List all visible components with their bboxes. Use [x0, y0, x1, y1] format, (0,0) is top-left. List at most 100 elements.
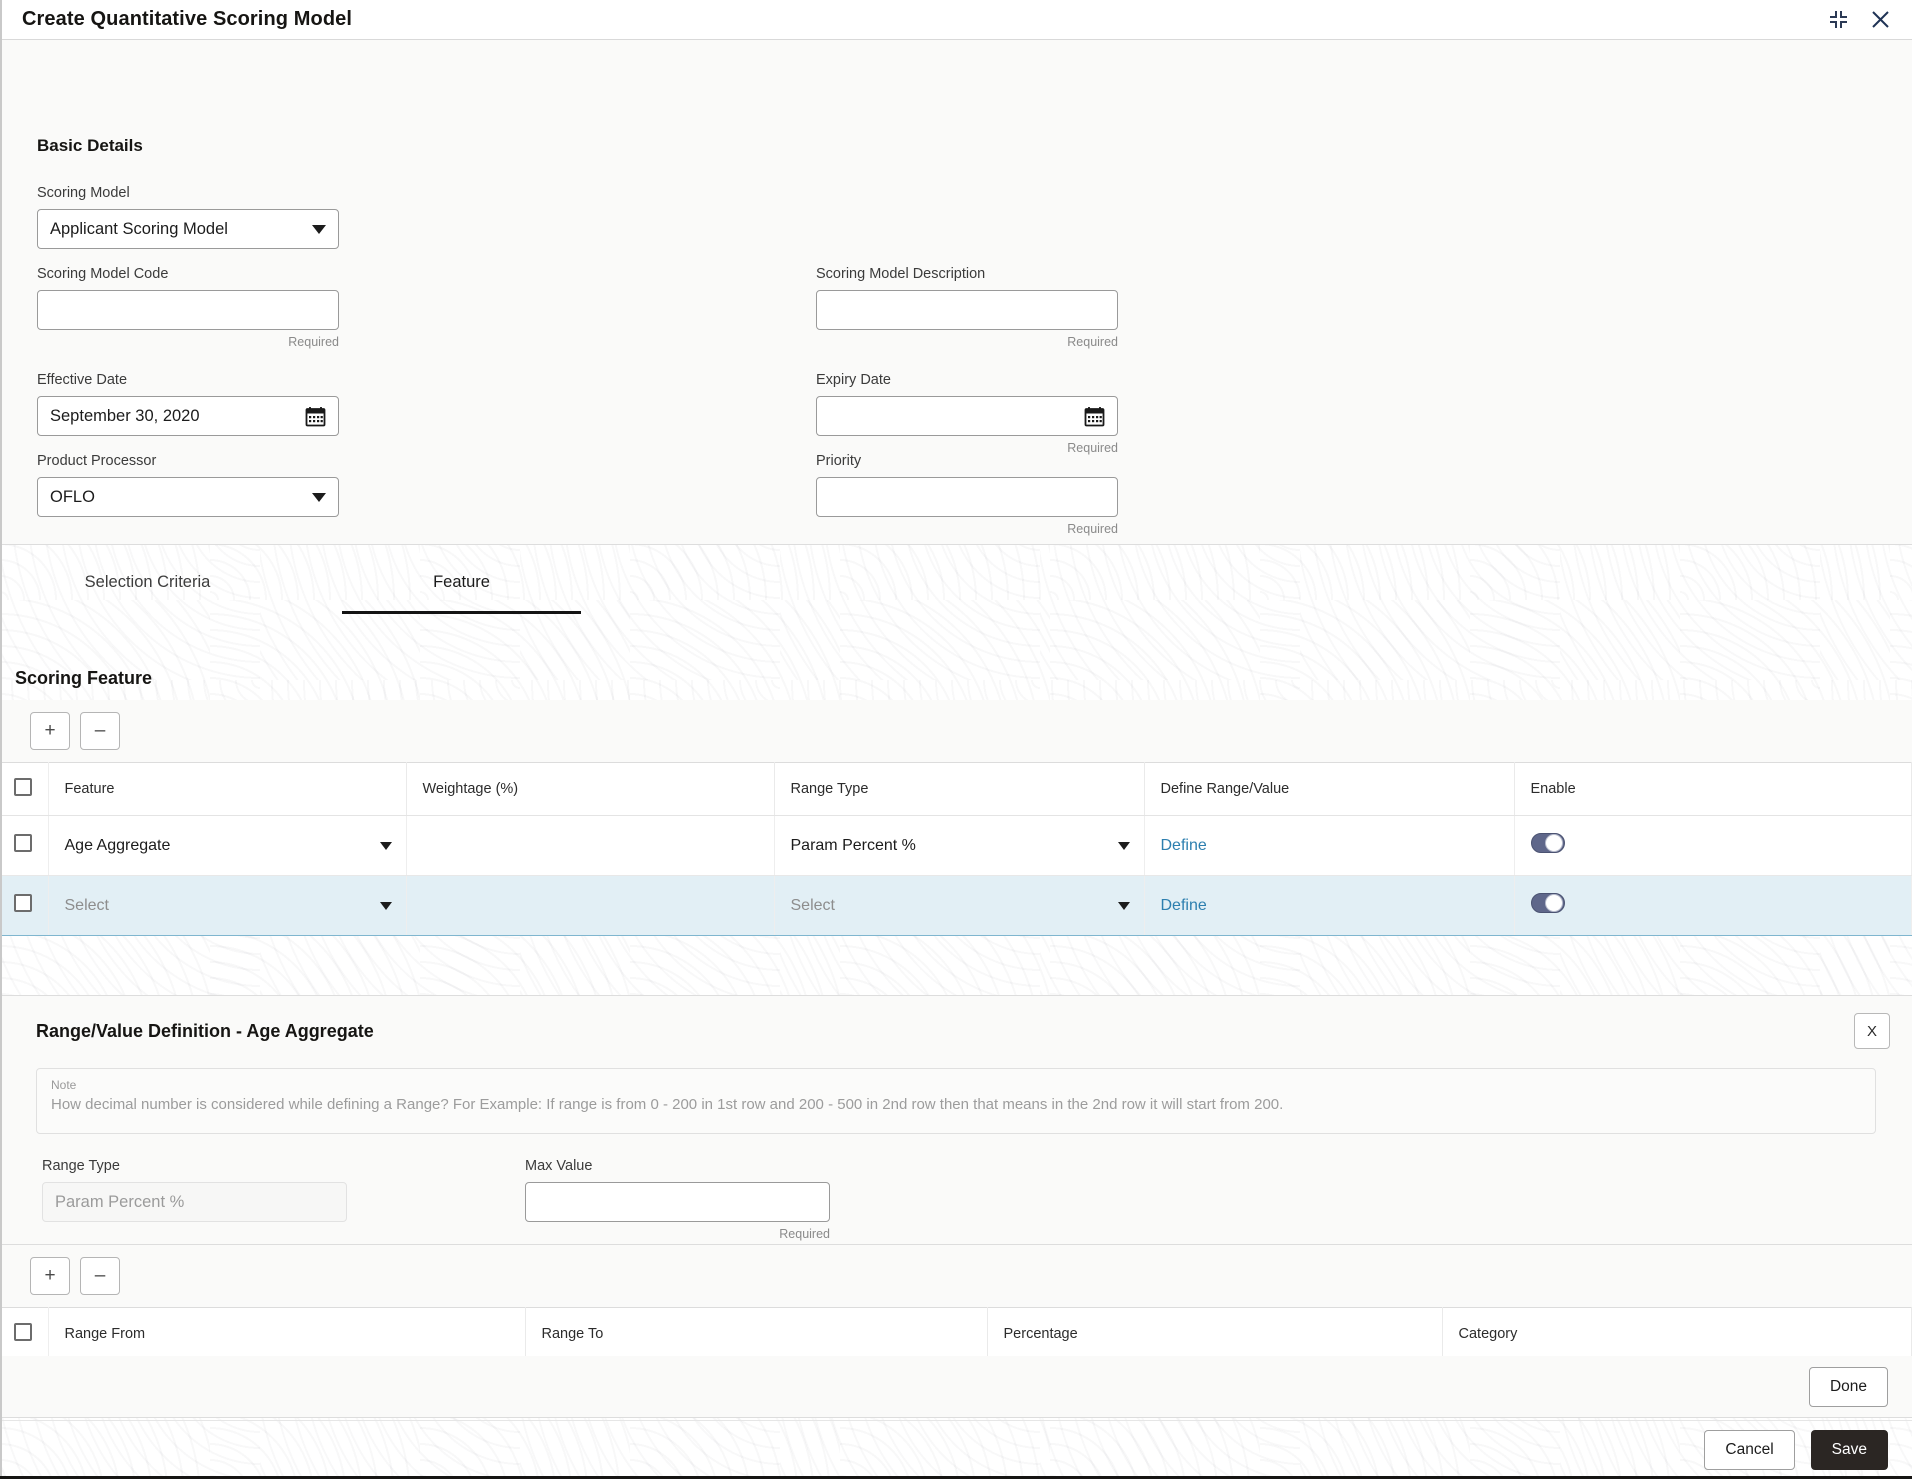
cell-weightage[interactable] [406, 875, 775, 936]
calendar-icon[interactable] [1084, 406, 1105, 427]
column-define-range-value: Define Range/Value [1144, 762, 1515, 816]
effective-date-input[interactable]: September 30, 2020 [37, 396, 339, 437]
field-effective-date: Effective Date September 30, 2020 [37, 372, 339, 437]
field-priority: Priority Required [816, 453, 1118, 536]
cell-range-type[interactable]: Param Percent % [774, 815, 1145, 876]
cell-define-range-value: Define [1144, 815, 1515, 876]
table-header-row: Range From Range To Percentage Category [0, 1307, 1912, 1361]
tab-selection-criteria[interactable]: Selection Criteria [25, 545, 270, 620]
max-value-label: Max Value [525, 1158, 593, 1174]
max-value-input[interactable] [525, 1182, 830, 1223]
field-max-value: Max Value Required [525, 1158, 830, 1241]
field-product-processor: Product Processor OFLO [37, 453, 339, 518]
row-checkbox[interactable] [14, 834, 32, 852]
field-scoring-model-code: Scoring Model Code Required [37, 266, 339, 349]
calendar-icon[interactable] [305, 406, 326, 427]
column-weightage: Weightage (%) [406, 762, 775, 816]
effective-date-value: September 30, 2020 [50, 406, 200, 425]
chevron-down-icon [379, 901, 392, 910]
enable-toggle[interactable] [1530, 833, 1565, 853]
cell-feature[interactable]: Select [48, 875, 407, 936]
max-value-helper: Required [779, 1227, 830, 1242]
column-range-type: Range Type [774, 762, 1145, 816]
window-title-bar: Create Quantitative Scoring Model [0, 0, 1912, 40]
table-row[interactable]: Select Select Define [0, 875, 1912, 936]
row-select-cell [0, 815, 49, 876]
collapse-icon[interactable] [1826, 8, 1850, 32]
product-processor-value: OFLO [50, 487, 95, 506]
table-header-row: Feature Weightage (%) Range Type Define … [0, 762, 1912, 816]
close-icon[interactable] [1868, 8, 1892, 32]
chevron-down-icon [1117, 841, 1130, 850]
range-type-readonly-value: Param Percent % [55, 1192, 185, 1211]
priority-input[interactable] [816, 477, 1118, 518]
enable-toggle[interactable] [1530, 893, 1565, 913]
range-type-value: Select [790, 896, 835, 914]
scoring-feature-block: + – Feature Weightage (%) Range Type Def… [0, 700, 1912, 936]
scoring-model-value: Applicant Scoring Model [50, 219, 228, 238]
column-range-from: Range From [48, 1307, 526, 1361]
row-checkbox[interactable] [14, 894, 32, 912]
range-value-definition-panel: Range/Value Definition - Age Aggregate X… [0, 995, 1912, 1245]
range-type-value: Param Percent % [790, 836, 916, 854]
field-scoring-model-description: Scoring Model Description Required [816, 266, 1118, 349]
column-feature: Feature [48, 762, 407, 816]
field-scoring-model: Scoring Model Applicant Scoring Model [37, 185, 339, 250]
scoring-model-select[interactable]: Applicant Scoring Model [37, 209, 339, 250]
chevron-down-icon [1117, 901, 1130, 910]
effective-date-label: Effective Date [37, 372, 128, 388]
select-all-checkbox[interactable] [14, 778, 32, 796]
product-processor-select[interactable]: OFLO [37, 477, 339, 518]
scoring-model-description-label: Scoring Model Description [816, 266, 986, 282]
cell-enable [1514, 875, 1912, 936]
scoring-model-code-label: Scoring Model Code [37, 266, 169, 282]
cell-define-range-value: Define [1144, 875, 1515, 936]
row-select-cell [0, 875, 49, 936]
select-all-header [0, 1307, 49, 1361]
basic-details-heading: Basic Details [37, 136, 143, 155]
window-actions [1826, 8, 1892, 32]
page-title: Create Quantitative Scoring Model [22, 8, 353, 30]
remove-range-row-button[interactable]: – [80, 1257, 120, 1295]
cell-range-type[interactable]: Select [774, 875, 1145, 936]
chevron-down-icon [312, 224, 326, 234]
scoring-feature-heading: Scoring Feature [15, 668, 153, 688]
define-link[interactable]: Define [1161, 837, 1207, 854]
basic-details-panel: Basic Details Scoring Model Applicant Sc… [0, 40, 1912, 545]
field-range-type-readonly: Range Type Param Percent % [42, 1158, 347, 1223]
chevron-down-icon [379, 841, 392, 850]
tab-feature[interactable]: Feature [342, 545, 581, 620]
expiry-date-input[interactable] [816, 396, 1118, 437]
add-range-row-button[interactable]: + [30, 1257, 70, 1295]
scoring-model-description-input[interactable] [816, 290, 1118, 331]
save-button[interactable]: Save [1810, 1430, 1888, 1470]
scoring-model-code-helper: Required [288, 335, 339, 350]
cell-weightage[interactable] [406, 815, 775, 876]
column-range-to: Range To [525, 1307, 988, 1361]
cancel-button[interactable]: Cancel [1704, 1430, 1795, 1470]
chevron-down-icon [312, 492, 326, 502]
feature-value: Age Aggregate [64, 836, 171, 854]
cell-feature[interactable]: Age Aggregate [48, 815, 407, 876]
dialog-footer: Cancel Save [0, 1420, 1912, 1479]
range-definition-heading: Range/Value Definition - Age Aggregate [36, 1021, 374, 1041]
remove-row-button[interactable]: – [80, 712, 120, 750]
scoring-model-label: Scoring Model [37, 185, 130, 201]
note-text: How decimal number is considered while d… [51, 1096, 1284, 1113]
column-enable: Enable [1514, 762, 1912, 816]
scoring-feature-table: Feature Weightage (%) Range Type Define … [0, 762, 1912, 936]
close-range-definition-button[interactable]: X [1854, 1013, 1890, 1049]
product-processor-label: Product Processor [37, 453, 157, 469]
column-percentage: Percentage [987, 1307, 1443, 1361]
expiry-date-label: Expiry Date [816, 372, 891, 388]
range-definition-action-bar: Done [0, 1356, 1912, 1418]
scoring-model-code-input[interactable] [37, 290, 339, 331]
done-button[interactable]: Done [1808, 1366, 1888, 1407]
select-all-checkbox[interactable] [14, 1323, 32, 1341]
table-row[interactable]: Age Aggregate Param Percent % Define [0, 815, 1912, 876]
priority-label: Priority [816, 453, 862, 469]
range-rows-table: Range From Range To Percentage Category [0, 1307, 1912, 1361]
add-row-button[interactable]: + [30, 712, 70, 750]
define-link[interactable]: Define [1161, 897, 1207, 914]
range-type-label: Range Type [42, 1158, 120, 1174]
